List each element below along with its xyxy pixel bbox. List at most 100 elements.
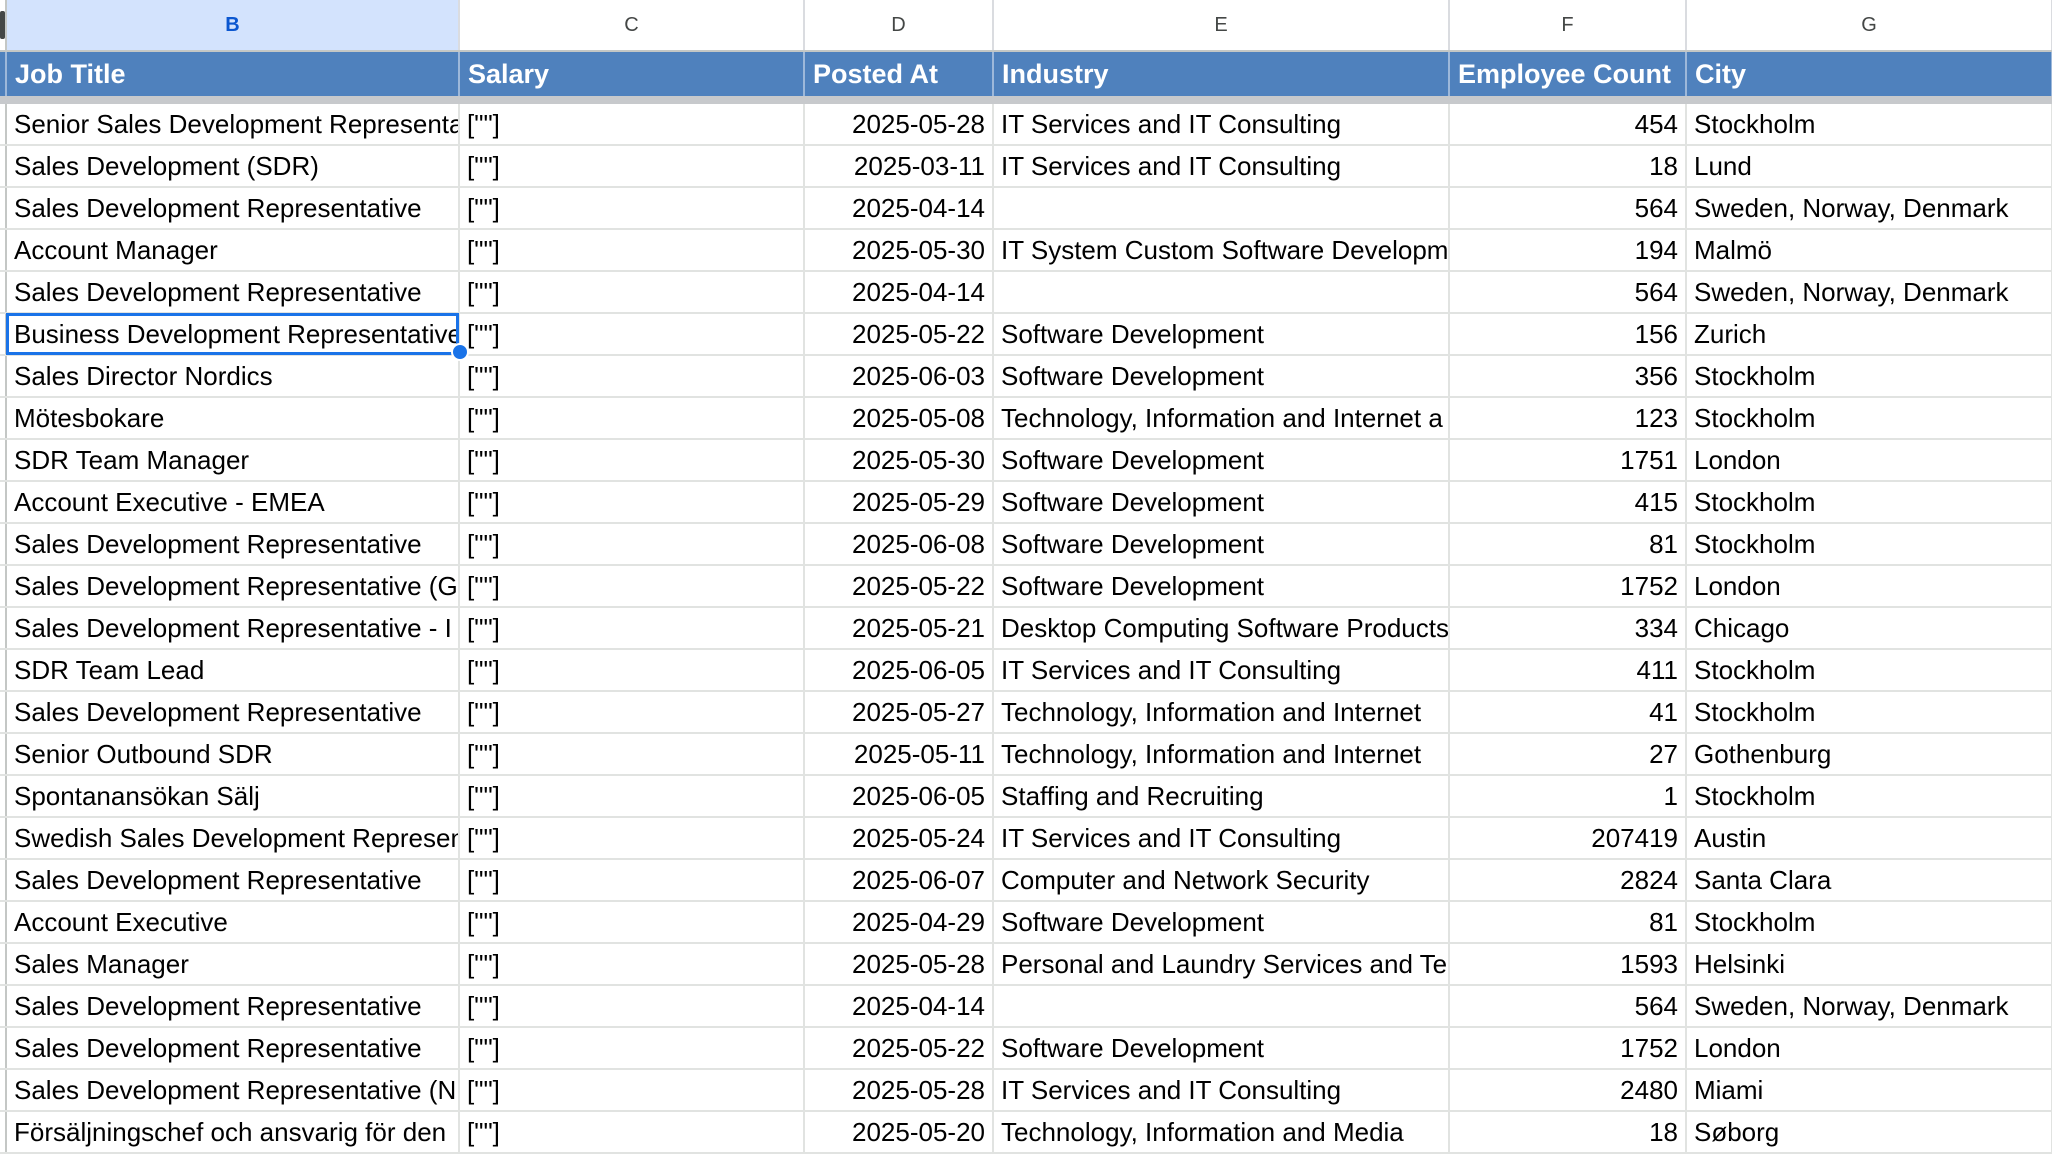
table-cell[interactable]: Sales Development Representative [6, 985, 460, 1028]
table-cell[interactable]: Software Development [993, 439, 1450, 482]
table-cell[interactable]: 564 [1449, 985, 1687, 1028]
table-cell[interactable]: Senior Outbound SDR [6, 733, 460, 776]
table-cell[interactable]: [""] [459, 1027, 805, 1070]
table-cell[interactable]: Lund [1686, 145, 2052, 188]
table-cell[interactable]: 356 [1449, 355, 1687, 398]
table-cell[interactable]: Account Manager [6, 229, 460, 272]
table-cell[interactable]: Stockholm [1686, 355, 2052, 398]
column-letter-c[interactable]: C [459, 0, 805, 52]
header-city[interactable]: City [1686, 50, 2052, 96]
table-cell[interactable]: 2025-06-07 [804, 859, 994, 902]
table-cell[interactable]: [""] [459, 733, 805, 776]
table-cell[interactable]: [""] [459, 187, 805, 230]
header-employee-count[interactable]: Employee Count [1449, 50, 1687, 96]
column-letter-f[interactable]: F [1449, 0, 1687, 52]
table-cell[interactable]: [""] [459, 565, 805, 608]
table-cell[interactable]: [""] [459, 439, 805, 482]
table-cell[interactable]: Spontanansökan Sälj [6, 775, 460, 818]
table-cell[interactable]: 415 [1449, 481, 1687, 524]
table-cell[interactable]: Sales Development Representative [6, 691, 460, 734]
table-cell[interactable]: IT Services and IT Consulting [993, 649, 1450, 692]
column-letter-e[interactable]: E [993, 0, 1450, 52]
table-cell[interactable]: Sales Development Representative (G [6, 565, 460, 608]
table-cell[interactable]: Stockholm [1686, 481, 2052, 524]
table-cell[interactable]: London [1686, 1027, 2052, 1070]
table-cell[interactable]: 2025-04-29 [804, 901, 994, 944]
table-cell[interactable]: [""] [459, 775, 805, 818]
table-cell[interactable]: Software Development [993, 481, 1450, 524]
table-cell[interactable]: Sales Development Representative [6, 271, 460, 314]
column-letter-b[interactable]: B [6, 0, 460, 52]
table-cell[interactable]: Personal and Laundry Services and Te [993, 943, 1450, 986]
table-cell[interactable]: Sweden, Norway, Denmark [1686, 187, 2052, 230]
table-cell[interactable]: Sales Development Representative [6, 1027, 460, 1070]
table-cell[interactable]: Swedish Sales Development Representative [6, 817, 460, 860]
table-cell[interactable]: 2824 [1449, 859, 1687, 902]
table-cell[interactable]: Software Development [993, 313, 1450, 356]
table-cell[interactable]: [""] [459, 104, 805, 146]
table-cell[interactable]: Malmö [1686, 229, 2052, 272]
table-cell[interactable]: [""] [459, 985, 805, 1028]
table-cell[interactable]: 2025-03-11 [804, 145, 994, 188]
table-cell[interactable]: 27 [1449, 733, 1687, 776]
table-cell[interactable]: 2480 [1449, 1069, 1687, 1112]
table-cell[interactable]: 2025-04-14 [804, 985, 994, 1028]
table-cell[interactable]: Stockholm [1686, 901, 2052, 944]
table-cell[interactable]: [""] [459, 607, 805, 650]
table-cell[interactable]: 454 [1449, 104, 1687, 146]
drag-grip-icon[interactable] [0, 11, 4, 39]
table-cell[interactable]: Stockholm [1686, 649, 2052, 692]
table-cell[interactable]: 156 [1449, 313, 1687, 356]
table-cell[interactable]: Sales Manager [6, 943, 460, 986]
table-cell[interactable]: Stockholm [1686, 775, 2052, 818]
table-cell[interactable]: 564 [1449, 187, 1687, 230]
table-cell[interactable]: Helsinki [1686, 943, 2052, 986]
table-cell[interactable]: 2025-05-20 [804, 1111, 994, 1154]
header-posted-at[interactable]: Posted At [804, 50, 994, 96]
table-cell[interactable]: Technology, Information and Internet [993, 691, 1450, 734]
table-cell[interactable]: Stockholm [1686, 104, 2052, 146]
frozen-divider-bar[interactable] [0, 96, 2052, 104]
table-cell[interactable]: 2025-04-14 [804, 187, 994, 230]
table-cell[interactable]: 2025-05-30 [804, 229, 994, 272]
table-cell[interactable]: Stockholm [1686, 397, 2052, 440]
table-cell[interactable]: [""] [459, 523, 805, 566]
table-cell[interactable]: 2025-05-28 [804, 943, 994, 986]
table-cell[interactable]: 334 [1449, 607, 1687, 650]
table-cell[interactable]: Sales Development Representative [6, 187, 460, 230]
table-cell[interactable]: Technology, Information and Internet [993, 733, 1450, 776]
table-cell[interactable]: IT System Custom Software Development [993, 229, 1450, 272]
table-cell[interactable]: Mötesbokare [6, 397, 460, 440]
table-cell[interactable]: [""] [459, 313, 805, 356]
table-cell[interactable]: [""] [459, 1111, 805, 1154]
table-cell[interactable]: Software Development [993, 901, 1450, 944]
table-cell[interactable]: 411 [1449, 649, 1687, 692]
table-cell[interactable]: IT Services and IT Consulting [993, 1069, 1450, 1112]
table-cell[interactable]: [""] [459, 817, 805, 860]
table-cell[interactable]: Austin [1686, 817, 2052, 860]
table-cell[interactable]: 207419 [1449, 817, 1687, 860]
table-cell[interactable]: 564 [1449, 271, 1687, 314]
table-cell[interactable]: [""] [459, 901, 805, 944]
table-cell[interactable]: 2025-06-05 [804, 649, 994, 692]
table-cell[interactable]: Technology, Information and Internet a [993, 397, 1450, 440]
table-cell[interactable]: Technology, Information and Media [993, 1111, 1450, 1154]
table-cell[interactable]: Gothenburg [1686, 733, 2052, 776]
table-cell[interactable]: Søborg [1686, 1111, 2052, 1154]
table-cell[interactable]: IT Services and IT Consulting [993, 817, 1450, 860]
table-cell[interactable]: 2025-05-27 [804, 691, 994, 734]
table-cell[interactable]: Computer and Network Security [993, 859, 1450, 902]
table-cell[interactable]: [""] [459, 649, 805, 692]
table-cell[interactable]: [""] [459, 1069, 805, 1112]
table-cell[interactable]: Försäljningschef och ansvarig för den [6, 1111, 460, 1154]
table-cell[interactable]: 1751 [1449, 439, 1687, 482]
table-cell[interactable]: Sales Development Representative [6, 859, 460, 902]
spreadsheet-grid[interactable]: B C D E F G Job Title Salary Posted At I… [0, 0, 2052, 1164]
table-cell[interactable]: 81 [1449, 901, 1687, 944]
table-cell[interactable]: 2025-05-22 [804, 565, 994, 608]
table-cell[interactable]: Senior Sales Development Representative [6, 104, 460, 146]
table-cell[interactable] [993, 187, 1450, 230]
header-job-title[interactable]: Job Title [6, 50, 460, 96]
table-cell[interactable]: 2025-06-08 [804, 523, 994, 566]
table-cell[interactable]: Sales Development Representative (N [6, 1069, 460, 1112]
